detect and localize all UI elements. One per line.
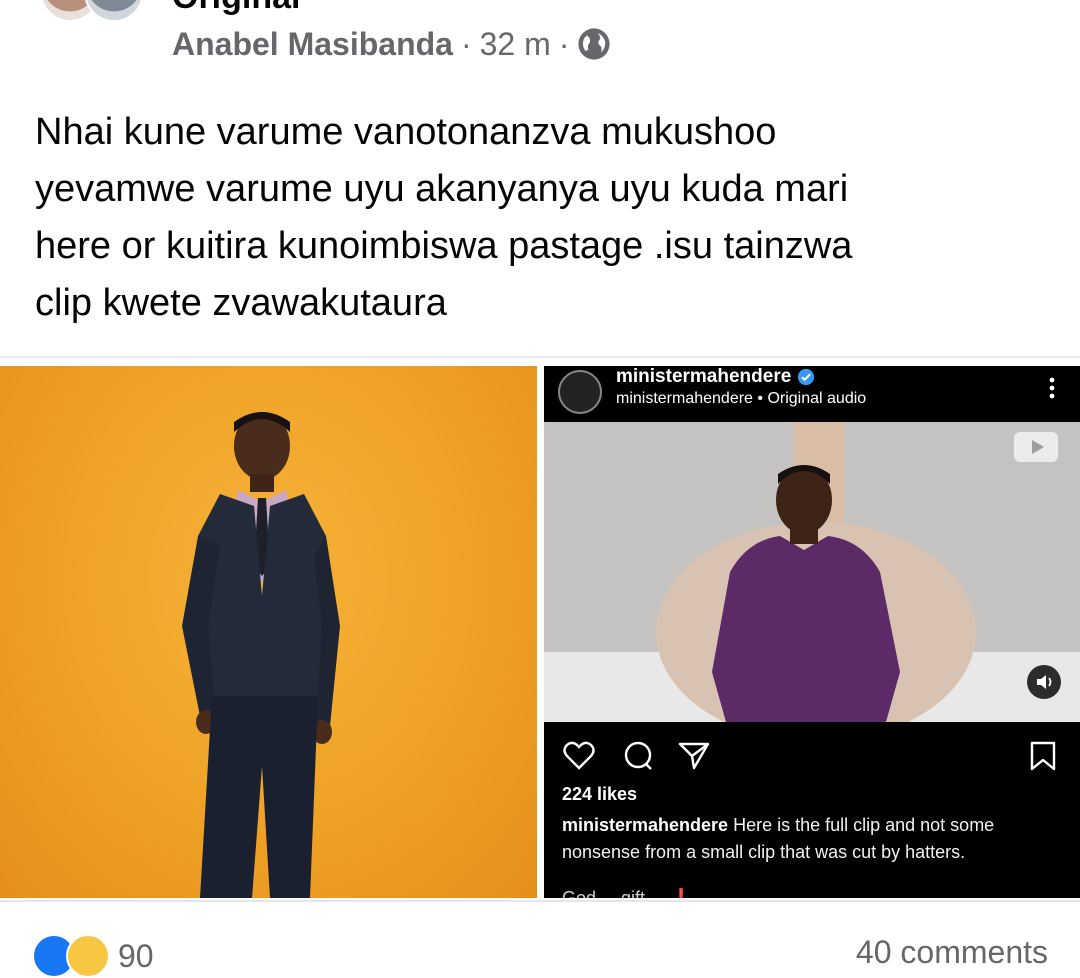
reactions-summary[interactable]: 90 [32,934,154,978]
secondary-avatar[interactable] [84,0,144,22]
meta-separator: · [558,25,570,62]
comments-count[interactable]: 40 comments [856,934,1048,971]
verified-badge-icon [798,368,815,386]
post-time[interactable]: 32 m [480,26,551,63]
divider [0,900,1080,902]
haha-reaction-icon [66,934,110,978]
ig-audio-line[interactable]: ministermahendere • Original audio [616,390,866,408]
post-line: Nhai kune varume vanotonanzva mukushoo [35,111,777,153]
share-icon [678,742,710,770]
more-options-icon[interactable] [1040,374,1064,402]
man-in-suit-illustration [182,412,340,898]
ig-avatar[interactable] [558,370,602,414]
ig-caption-user[interactable]: ministermahendere [562,815,728,835]
ig-caption-more: God ... gift ... ❗ [562,888,693,898]
ig-likes-count[interactable]: 224 likes [562,784,637,805]
ig-caption: ministermahendere Here is the full clip … [562,812,1062,866]
globe-icon[interactable] [577,27,611,61]
ig-video-frame[interactable] [544,422,1080,722]
post-text: Nhai kune varume vanotonanzva mukushoo y… [35,104,1045,332]
author-name[interactable]: Anabel Masibanda [172,26,453,63]
photo-man-in-suit[interactable] [0,366,537,898]
meta-separator: · [460,25,472,62]
author-avatars[interactable] [40,0,160,24]
ig-action-bar [563,741,1056,771]
video-scene [544,422,1080,722]
post-line: clip kwete zvawakutaura [35,282,447,324]
heart-icon [563,741,595,770]
video-watermark [1014,432,1058,462]
comment-icon [624,741,652,770]
divider [0,356,1080,358]
bookmark-icon [1030,741,1056,771]
group-title[interactable]: Original [172,0,300,17]
sound-icon[interactable] [1026,664,1062,700]
instagram-screenshot[interactable]: ministermahendere ministermahendere • Or… [544,366,1080,898]
post-line: here or kuitira kunoimbiswa pastage .isu… [35,225,853,267]
ig-username[interactable]: ministermahendere [616,366,791,388]
reaction-count[interactable]: 90 [118,938,154,975]
post-line: yevamwe varume uyu akanyanya uyu kuda ma… [35,168,849,210]
post-meta: Anabel Masibanda · 32 m · [172,22,611,66]
ig-username-row[interactable]: ministermahendere [616,366,815,388]
